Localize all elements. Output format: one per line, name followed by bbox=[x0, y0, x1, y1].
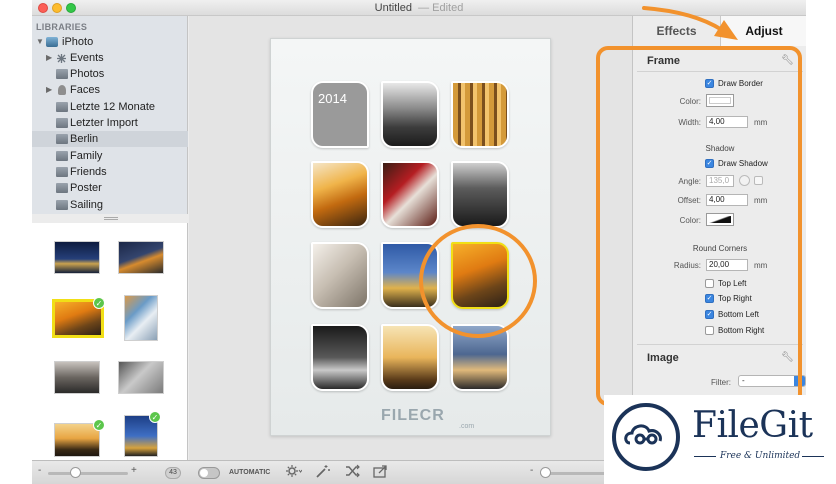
photo-tile[interactable] bbox=[311, 242, 369, 309]
thumbnail-size-slider[interactable] bbox=[48, 472, 128, 475]
photo-tile[interactable] bbox=[451, 161, 509, 228]
album-icon bbox=[56, 69, 68, 79]
checkmark-icon: ✓ bbox=[149, 411, 161, 423]
sidebar-item-faces[interactable]: ▶ Faces bbox=[32, 82, 188, 98]
window-edited-status: — Edited bbox=[418, 2, 464, 14]
album-icon bbox=[56, 134, 68, 144]
photo-browser: ✓ ✓ ✓ bbox=[32, 223, 188, 460]
zoom-in-label: + bbox=[131, 465, 137, 476]
album-icon bbox=[56, 102, 68, 112]
tagline-rule bbox=[802, 456, 824, 457]
events-icon bbox=[56, 53, 66, 63]
split-view-handle[interactable] bbox=[104, 217, 118, 220]
checkmark-icon: ✓ bbox=[93, 297, 105, 309]
watermark-domain: .com bbox=[459, 423, 475, 430]
iphoto-library-icon bbox=[46, 37, 58, 47]
sidebar-item-label: Faces bbox=[70, 84, 100, 96]
sidebar-item-label: iPhoto bbox=[62, 36, 94, 48]
photo-tile[interactable] bbox=[381, 324, 439, 391]
sidebar-item-poster[interactable]: Poster bbox=[32, 180, 188, 196]
album-icon bbox=[56, 151, 68, 161]
photo-thumbnail[interactable] bbox=[54, 241, 100, 274]
zoom-window-button[interactable] bbox=[66, 3, 76, 13]
photo-thumbnail[interactable] bbox=[124, 295, 158, 341]
libraries-header: LIBRARIES bbox=[36, 22, 88, 32]
sidebar-item-label: Events bbox=[70, 52, 104, 64]
sidebar-item-label: Berlin bbox=[70, 133, 99, 145]
close-window-button[interactable] bbox=[38, 3, 48, 13]
poster-canvas: 2014 FILECR .com bbox=[189, 16, 632, 460]
magic-wand-icon[interactable] bbox=[315, 464, 331, 481]
photo-thumbnail[interactable] bbox=[54, 361, 100, 394]
sidebar-item-letzter-import[interactable]: Letzter Import bbox=[32, 115, 188, 131]
sidebar-item-letzte-12-monate[interactable]: Letzte 12 Monate bbox=[32, 99, 188, 115]
album-icon bbox=[56, 167, 68, 177]
disclosure-closed-icon[interactable]: ▶ bbox=[46, 82, 52, 98]
tagline-rule bbox=[694, 456, 716, 457]
checkmark-icon: ✓ bbox=[93, 419, 105, 431]
filegit-name: FileGit bbox=[692, 405, 813, 446]
shuffle-icon[interactable] bbox=[345, 464, 361, 481]
album-icon bbox=[56, 200, 68, 210]
watermark-logo: FILECR bbox=[381, 407, 445, 424]
sidebar-item-label: Photos bbox=[70, 68, 105, 80]
gear-menu-icon[interactable] bbox=[286, 464, 303, 481]
photo-thumbnail[interactable] bbox=[118, 241, 164, 274]
disclosure-open-icon[interactable]: ▼ bbox=[36, 34, 44, 50]
sidebar-item-sailing[interactable]: Sailing bbox=[32, 197, 188, 213]
album-icon bbox=[56, 118, 68, 128]
filegit-logo-icon bbox=[612, 403, 680, 471]
photo-tile[interactable] bbox=[381, 81, 439, 148]
sidebar-item-label: Letzter Import bbox=[70, 117, 138, 129]
share-icon[interactable] bbox=[373, 464, 389, 481]
canvas-zoom-knob[interactable] bbox=[540, 467, 551, 478]
sidebar-item-friends[interactable]: Friends bbox=[32, 164, 188, 180]
sidebar-item-label: Letzte 12 Monate bbox=[70, 101, 156, 113]
zoom-out-label: - bbox=[38, 465, 42, 476]
adjust-panel-highlight-annotation bbox=[596, 46, 802, 406]
automatic-label: AUTOMATIC bbox=[229, 469, 271, 476]
faces-icon bbox=[58, 85, 66, 95]
year-tile[interactable]: 2014 bbox=[311, 81, 369, 148]
year-label: 2014 bbox=[318, 91, 347, 106]
filegit-tagline: Free & Unlimited bbox=[720, 451, 801, 461]
automatic-toggle[interactable] bbox=[198, 467, 220, 479]
sidebar-item-label: Poster bbox=[70, 182, 102, 194]
thumbnail-size-knob[interactable] bbox=[70, 467, 81, 478]
canvas-zoom-out-label: - bbox=[530, 465, 534, 476]
disclosure-closed-icon[interactable]: ▶ bbox=[46, 50, 52, 66]
filegit-badge: FileGit Free & Unlimited bbox=[604, 395, 836, 484]
source-list: LIBRARIES ▼ iPhoto ▶ Events Photos ▶ Fac… bbox=[32, 16, 188, 214]
sidebar-item-events[interactable]: ▶ Events bbox=[32, 50, 188, 66]
sidebar-item-label: Family bbox=[70, 150, 103, 162]
album-icon bbox=[56, 183, 68, 193]
photo-tile[interactable] bbox=[381, 161, 439, 228]
sidebar-item-photos[interactable]: Photos bbox=[32, 66, 188, 82]
window-title: Untitled bbox=[374, 2, 412, 14]
sidebar-item-label: Sailing bbox=[70, 199, 104, 211]
sidebar-item-berlin[interactable]: Berlin bbox=[32, 131, 188, 147]
photo-count-badge: 43 bbox=[165, 467, 181, 479]
photo-tile[interactable] bbox=[311, 324, 369, 391]
minimize-window-button[interactable] bbox=[52, 3, 62, 13]
photo-thumbnail[interactable] bbox=[118, 361, 164, 394]
sidebar-item-label: Friends bbox=[70, 166, 107, 178]
sidebar-item-iphoto[interactable]: ▼ iPhoto bbox=[32, 34, 188, 50]
sidebar-item-family[interactable]: Family bbox=[32, 148, 188, 164]
arrow-annotation-icon bbox=[642, 6, 738, 40]
highlight-circle-annotation bbox=[419, 224, 537, 338]
photo-tile[interactable] bbox=[311, 161, 369, 228]
photo-tile[interactable] bbox=[451, 81, 509, 148]
